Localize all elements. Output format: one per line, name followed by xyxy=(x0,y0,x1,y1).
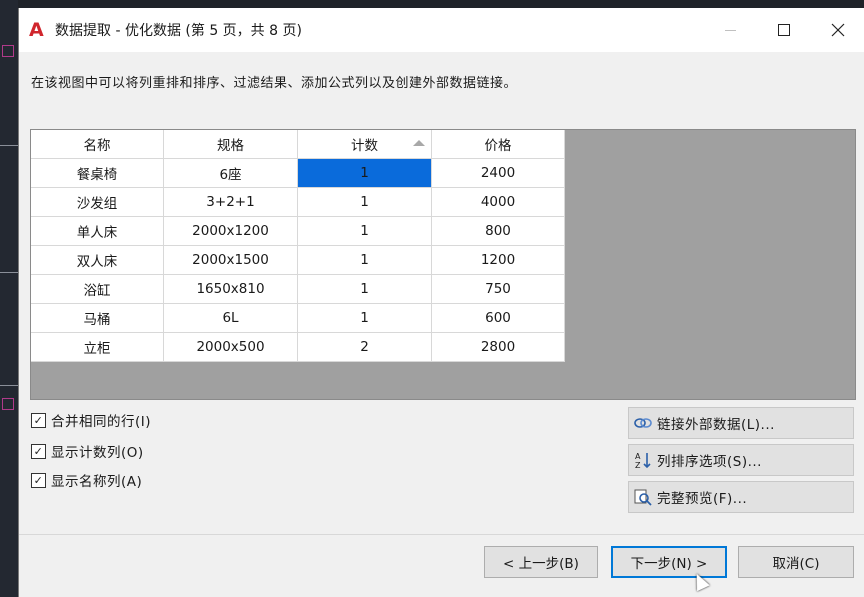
autocad-app-icon: A xyxy=(29,19,44,41)
cell-spec[interactable]: 1650x810 xyxy=(163,274,298,304)
full-preview-label: 完整预览(F)... xyxy=(657,491,748,507)
sort-ascending-icon xyxy=(413,140,425,146)
cad-drawing-line xyxy=(0,385,18,386)
cad-drawing-mark xyxy=(2,45,14,57)
show-count-checkbox[interactable]: ✓ xyxy=(31,443,46,459)
column-header-spec[interactable]: 规格 xyxy=(163,130,298,159)
cell-spec[interactable]: 6L xyxy=(163,303,298,333)
cell-price[interactable]: 1200 xyxy=(431,245,565,275)
cell-price[interactable]: 750 xyxy=(431,274,565,304)
cell-price[interactable]: 4000 xyxy=(431,187,565,217)
svg-text:A: A xyxy=(635,452,641,461)
preview-icon xyxy=(633,487,653,507)
cell-spec[interactable]: 2000x500 xyxy=(163,332,298,362)
maximize-button[interactable] xyxy=(761,8,807,52)
minimize-icon xyxy=(724,29,736,31)
cell-count[interactable]: 1 xyxy=(297,216,432,246)
title-bar[interactable]: A 数据提取 - 优化数据 (第 5 页，共 8 页) xyxy=(19,8,864,52)
cad-drawing-line xyxy=(0,272,18,273)
merge-rows-label: 合并相同的行(I) xyxy=(51,414,152,430)
cell-name[interactable]: 餐桌椅 xyxy=(31,158,164,188)
link-external-data-label: 链接外部数据(L)... xyxy=(657,417,775,433)
cell-name[interactable]: 马桶 xyxy=(31,303,164,333)
table-row[interactable]: 双人床 2000x1500 1 1200 xyxy=(31,245,565,275)
table-header-row: 名称 规格 计数 价格 xyxy=(31,130,565,159)
cell-name[interactable]: 立柜 xyxy=(31,332,164,362)
table-row[interactable]: 餐桌椅 6座 1 2400 xyxy=(31,158,565,188)
table-row[interactable]: 马桶 6L 1 600 xyxy=(31,303,565,333)
column-sort-options-button[interactable]: AZ 列排序选项(S)... xyxy=(628,444,854,476)
back-button[interactable]: < 上一步(B) xyxy=(484,546,598,578)
cell-count[interactable]: 1 xyxy=(297,187,432,217)
cell-price[interactable]: 2400 xyxy=(431,158,565,188)
cell-count[interactable]: 1 xyxy=(297,245,432,275)
cell-spec[interactable]: 6座 xyxy=(163,158,298,188)
show-name-label: 显示名称列(A) xyxy=(51,474,143,490)
cell-spec[interactable]: 3+2+1 xyxy=(163,187,298,217)
maximize-icon xyxy=(778,24,790,36)
data-extraction-dialog: A 数据提取 - 优化数据 (第 5 页，共 8 页) 在该视图中可以将列重排和… xyxy=(18,8,864,597)
cell-name[interactable]: 单人床 xyxy=(31,216,164,246)
link-icon xyxy=(633,413,653,433)
show-count-label: 显示计数列(O) xyxy=(51,445,144,461)
cad-workspace-background xyxy=(0,0,18,597)
full-preview-button[interactable]: 完整预览(F)... xyxy=(628,481,854,513)
column-header-name[interactable]: 名称 xyxy=(31,130,164,159)
table-row[interactable]: 单人床 2000x1200 1 800 xyxy=(31,216,565,246)
show-name-checkbox[interactable]: ✓ xyxy=(31,472,46,488)
data-table: 名称 规格 计数 价格 餐桌椅 6座 1 2400 沙发组 3+2+1 1 40… xyxy=(31,130,565,362)
cell-price[interactable]: 2800 xyxy=(431,332,565,362)
table-row[interactable]: 沙发组 3+2+1 1 4000 xyxy=(31,187,565,217)
cad-drawing-mark xyxy=(2,398,14,410)
cell-price[interactable]: 600 xyxy=(431,303,565,333)
cell-count[interactable]: 1 xyxy=(297,303,432,333)
cancel-button[interactable]: 取消(C) xyxy=(738,546,854,578)
cell-count[interactable]: 1 xyxy=(297,274,432,304)
next-button[interactable]: 下一步(N) > xyxy=(611,546,727,578)
close-button[interactable] xyxy=(815,8,861,52)
cell-name[interactable]: 沙发组 xyxy=(31,187,164,217)
footer-divider xyxy=(19,534,864,535)
table-row[interactable]: 立柜 2000x500 2 2800 xyxy=(31,332,565,362)
cell-spec[interactable]: 2000x1500 xyxy=(163,245,298,275)
column-header-count-label: 计数 xyxy=(351,138,378,154)
cell-name[interactable]: 浴缸 xyxy=(31,274,164,304)
cell-count-selected[interactable]: 1 xyxy=(297,158,432,188)
cad-drawing-line xyxy=(0,145,18,146)
table-row[interactable]: 浴缸 1650x810 1 750 xyxy=(31,274,565,304)
column-sort-options-label: 列排序选项(S)... xyxy=(657,454,762,470)
merge-rows-checkbox[interactable]: ✓ xyxy=(31,412,46,428)
cell-spec[interactable]: 2000x1200 xyxy=(163,216,298,246)
sort-icon: AZ xyxy=(633,450,653,470)
close-icon xyxy=(831,23,845,37)
minimize-button[interactable] xyxy=(707,8,753,52)
show-name-option[interactable]: ✓ 显示名称列(A) xyxy=(31,470,142,490)
link-external-data-button[interactable]: 链接外部数据(L)... xyxy=(628,407,854,439)
page-description: 在该视图中可以将列重排和排序、过滤结果、添加公式列以及创建外部数据链接。 xyxy=(31,76,518,91)
cell-name[interactable]: 双人床 xyxy=(31,245,164,275)
svg-text:Z: Z xyxy=(635,461,641,469)
window-title: 数据提取 - 优化数据 (第 5 页，共 8 页) xyxy=(55,23,302,39)
column-header-count[interactable]: 计数 xyxy=(297,130,432,159)
cell-count[interactable]: 2 xyxy=(297,332,432,362)
data-grid-area[interactable]: 名称 规格 计数 价格 餐桌椅 6座 1 2400 沙发组 3+2+1 1 40… xyxy=(30,129,856,400)
cell-price[interactable]: 800 xyxy=(431,216,565,246)
column-header-price[interactable]: 价格 xyxy=(431,130,565,159)
show-count-option[interactable]: ✓ 显示计数列(O) xyxy=(31,441,144,461)
merge-rows-option[interactable]: ✓ 合并相同的行(I) xyxy=(31,410,151,430)
